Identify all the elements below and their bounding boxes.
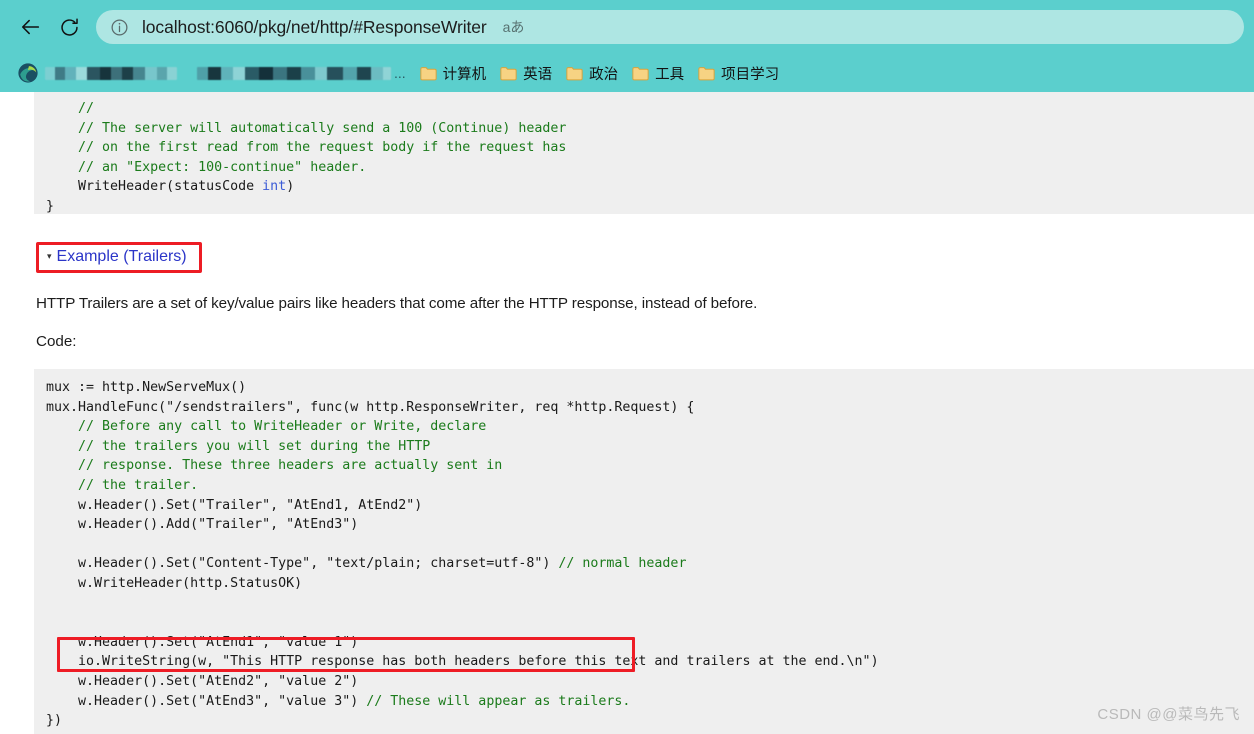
bookmark-label-blurred-1 xyxy=(45,66,177,80)
code-comment: // response. These three headers are act… xyxy=(78,458,503,474)
code-comment: // the trailer. xyxy=(78,477,199,493)
chevron-down-icon: ▾ xyxy=(47,251,52,261)
bookmark-folder-computer[interactable]: 计算机 xyxy=(413,60,494,86)
bookmark-label-blurred-2 xyxy=(197,66,391,80)
code-line: // the trailer. xyxy=(34,476,1254,496)
code-line: w.Header().Set("AtEnd2", "value 2") xyxy=(34,672,1254,692)
code-text: w.WriteHeader(http.StatusOK) xyxy=(78,575,303,591)
code-comment: // normal header xyxy=(558,556,687,572)
code-text: mux.HandleFunc("/sendstrailers", func(w … xyxy=(46,399,695,415)
code-comment: // on the first read from the request bo… xyxy=(78,140,567,156)
folder-icon xyxy=(566,66,583,81)
code-text: w.Header().Add("Trailer", "AtEnd3") xyxy=(78,517,359,533)
code-line: w.Header().Set("Content-Type", "text/pla… xyxy=(34,554,1254,574)
bookmarks-bar: ... 计算机 英语 政治 工具 项目学习 xyxy=(0,54,1254,92)
url-text[interactable]: localhost:6060/pkg/net/http/#ResponseWri… xyxy=(142,17,487,38)
code-text: } xyxy=(46,198,55,214)
code-line: mux := http.NewServeMux() xyxy=(34,378,1254,398)
code-line: w.Header().Set("AtEnd1", "value 1") xyxy=(34,633,1254,653)
folder-icon xyxy=(632,66,649,81)
info-circle-icon[interactable] xyxy=(108,16,130,38)
code-line: w.Header().Set("AtEnd3", "value 3") // T… xyxy=(34,692,1254,712)
code-line: // an "Expect: 100-continue" header. xyxy=(34,158,1254,178)
code-comment: // xyxy=(78,101,95,116)
code-line: // the trailers you will set during the … xyxy=(34,437,1254,457)
paragraph-trailers-description: HTTP Trailers are a set of key/value pai… xyxy=(36,295,758,312)
code-comment: // Before any call to WriteHeader or Wri… xyxy=(78,419,487,435)
bookmark-folder-label: 计算机 xyxy=(442,66,487,83)
bookmark-folder-label: 工具 xyxy=(655,66,685,83)
browser-toolbar: localhost:6060/pkg/net/http/#ResponseWri… xyxy=(0,0,1254,54)
browser-chrome: localhost:6060/pkg/net/http/#ResponseWri… xyxy=(0,0,1254,92)
code-text: WriteHeader(statusCode xyxy=(78,179,263,195)
bookmark-folder-tools[interactable]: 工具 xyxy=(625,60,691,86)
code-line: } xyxy=(34,197,1254,217)
code-text: mux := http.NewServeMux() xyxy=(46,380,247,395)
code-label: Code: xyxy=(36,333,77,350)
code-text: w.Header().Set("AtEnd3", "value 3") xyxy=(78,693,367,709)
reload-icon xyxy=(59,17,80,38)
code-comment: // The server will automatically send a … xyxy=(78,120,567,136)
watermark: CSDN @@菜鸟先飞 xyxy=(1097,706,1240,723)
bookmark-overflow-dots: ... xyxy=(394,65,406,81)
folder-icon xyxy=(500,66,517,81)
bookmark-folder-label: 政治 xyxy=(589,66,619,83)
code-text: w.Header().Set("AtEnd2", "value 2") xyxy=(78,673,359,689)
page-content: // // The server will automatically send… xyxy=(0,92,1254,734)
code-text: w.Header().Set("AtEnd1", "value 1") xyxy=(78,634,359,650)
code-text: io.WriteString(w, "This HTTP response ha… xyxy=(78,654,879,670)
section-heading-label: Example (Trailers) xyxy=(56,248,187,265)
code-text: w.Header().Set("Trailer", "AtEnd1, AtEnd… xyxy=(78,497,423,513)
code-line: mux.HandleFunc("/sendstrailers", func(w … xyxy=(34,398,1254,418)
code-line: // on the first read from the request bo… xyxy=(34,138,1254,158)
bookmark-folder-politics[interactable]: 政治 xyxy=(559,60,625,86)
code-block-trailers-example: mux := http.NewServeMux() mux.HandleFunc(… xyxy=(34,369,1254,734)
code-line: io.WriteString(w, "This HTTP response ha… xyxy=(34,652,1254,672)
edge-logo-icon xyxy=(17,62,39,84)
back-button[interactable] xyxy=(12,8,50,46)
address-bar[interactable]: localhost:6060/pkg/net/http/#ResponseWri… xyxy=(96,10,1244,44)
code-line: WriteHeader(statusCode int) xyxy=(34,177,1254,197)
code-line: // xyxy=(34,99,1254,119)
reload-button[interactable] xyxy=(50,8,88,46)
bookmark-folder-label: 项目学习 xyxy=(721,66,780,83)
bookmark-item-blurred-2[interactable]: ... xyxy=(184,60,413,86)
bookmark-item-blurred-1[interactable] xyxy=(10,60,184,86)
code-comment: // These will appear as trailers. xyxy=(366,693,631,709)
code-block-responsewriter: // // The server will automatically send… xyxy=(34,92,1254,214)
back-arrow-icon xyxy=(20,16,42,38)
folder-icon xyxy=(420,66,437,81)
code-keyword: int xyxy=(262,179,287,195)
code-line: // The server will automatically send a … xyxy=(34,119,1254,139)
folder-icon xyxy=(698,66,715,81)
code-comment: // the trailers you will set during the … xyxy=(78,438,431,454)
bookmark-folder-project-study[interactable]: 项目学习 xyxy=(691,60,786,86)
code-text: }) xyxy=(46,713,63,729)
bookmark-folder-english[interactable]: 英语 xyxy=(493,60,559,86)
code-line: w.Header().Set("Trailer", "AtEnd1, AtEnd… xyxy=(34,496,1254,516)
code-line: }) xyxy=(34,711,1254,731)
code-text: ) xyxy=(286,179,295,195)
code-text: w.Header().Set("Content-Type", "text/pla… xyxy=(78,556,559,572)
read-aloud-button[interactable]: aあ xyxy=(497,13,531,41)
section-heading-example-trailers[interactable]: ▾ Example (Trailers) xyxy=(36,242,202,273)
code-line: w.WriteHeader(http.StatusOK) xyxy=(34,574,1254,594)
bookmark-folder-label: 英语 xyxy=(523,66,553,83)
code-comment: // an "Expect: 100-continue" header. xyxy=(78,159,367,175)
code-line: // response. These three headers are act… xyxy=(34,456,1254,476)
code-line: // Before any call to WriteHeader or Wri… xyxy=(34,417,1254,437)
code-line: w.Header().Add("Trailer", "AtEnd3") xyxy=(34,515,1254,535)
